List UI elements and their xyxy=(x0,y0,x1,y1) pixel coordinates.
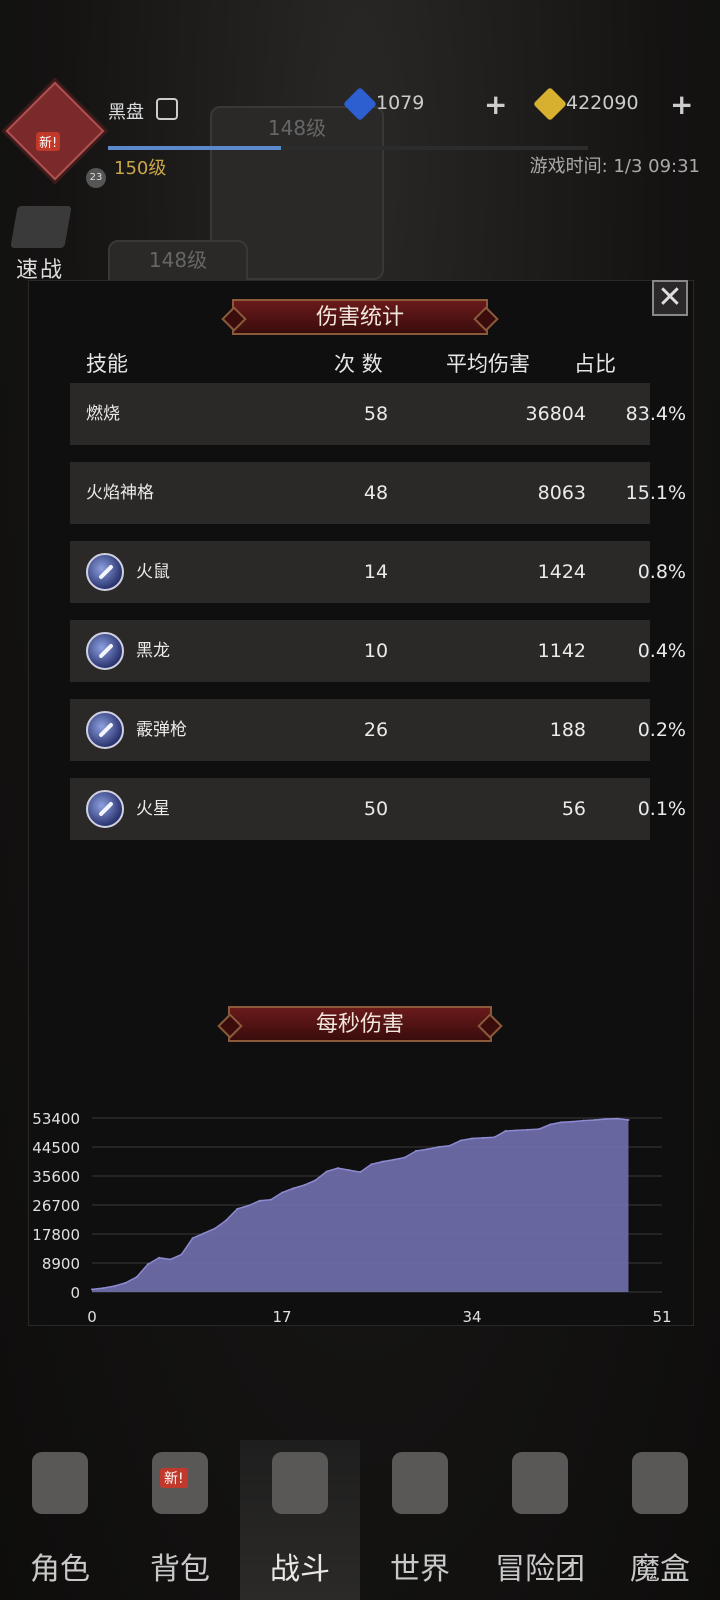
magic-box-icon xyxy=(632,1452,688,1514)
skill-percent: 0.2% xyxy=(637,719,686,741)
nav-label: 世界 xyxy=(390,1552,450,1587)
table-row: 黑龙 10 1142 0.4% xyxy=(70,620,686,682)
add-gems-icon[interactable]: + xyxy=(484,88,507,121)
nav-label: 背包 xyxy=(150,1552,210,1587)
col-count: 次 数 xyxy=(334,352,383,376)
quick-battle-icon[interactable] xyxy=(10,206,72,248)
skill-percent: 15.1% xyxy=(625,482,686,504)
bottom-nav: 角色 新! 背包 战斗 世界 冒险团 魔盒 xyxy=(0,1440,720,1600)
skill-name: 霰弹枪 xyxy=(136,720,187,740)
damage-stats-title: 伤害统计 xyxy=(232,299,488,335)
black-dragon-skill-icon xyxy=(86,632,124,670)
gem-count: 1079 xyxy=(376,92,425,114)
sword-shield-icon xyxy=(272,1452,328,1514)
xp-bar-fill xyxy=(108,146,281,150)
skill-name: 火焰神格 xyxy=(86,483,154,503)
table-row: 火焰神格 48 8063 15.1% xyxy=(70,462,686,524)
nav-label: 角色 xyxy=(30,1552,90,1587)
table-row: 火星 50 56 0.1% xyxy=(70,778,686,840)
col-percent: 占比 xyxy=(574,352,616,376)
skill-percent: 83.4% xyxy=(625,403,686,425)
xp-bar xyxy=(108,146,588,150)
nav-item-battle[interactable]: 战斗 xyxy=(240,1440,360,1600)
new-badge: 新! xyxy=(160,1468,188,1488)
gold-count: 422090 xyxy=(566,92,639,114)
new-badge: 新! xyxy=(36,132,61,151)
skill-count: 26 xyxy=(363,719,389,741)
col-skill: 技能 xyxy=(86,352,128,376)
nav-label: 战斗 xyxy=(270,1552,330,1587)
skill-count: 50 xyxy=(363,798,389,820)
nav-item-world[interactable]: 世界 xyxy=(360,1440,480,1600)
nav-item-adventure-team[interactable]: 冒险团 xyxy=(480,1440,600,1600)
add-gold-icon[interactable]: + xyxy=(670,88,693,121)
skill-percent: 0.1% xyxy=(637,798,686,820)
rank-badge: 23 xyxy=(86,168,106,188)
skill-name: 黑龙 xyxy=(136,641,170,661)
game-time: 游戏时间: 1/3 09:31 xyxy=(529,156,700,177)
edit-icon[interactable] xyxy=(156,98,178,120)
table-row: 燃烧 58 36804 83.4% xyxy=(70,383,686,445)
skill-percent: 0.8% xyxy=(637,561,686,583)
skill-count: 58 xyxy=(363,403,389,425)
skill-name: 火鼠 xyxy=(136,562,170,582)
helmet-icon xyxy=(32,1452,88,1514)
skill-count: 48 xyxy=(363,482,389,504)
fire-rat-skill-icon xyxy=(86,553,124,591)
table-row: 火鼠 14 1424 0.8% xyxy=(70,541,686,603)
spark-skill-icon xyxy=(86,790,124,828)
close-button[interactable]: ✕ xyxy=(652,280,688,316)
player-level: 150级 xyxy=(114,158,167,179)
nav-item-backpack[interactable]: 新! 背包 xyxy=(120,1440,240,1600)
castle-icon xyxy=(512,1452,568,1514)
shotgun-skill-icon xyxy=(86,711,124,749)
nav-item-magic-box[interactable]: 魔盒 xyxy=(600,1440,720,1600)
skill-name: 火星 xyxy=(136,799,170,819)
nav-label: 冒险团 xyxy=(495,1552,585,1587)
table-row: 霰弹枪 26 188 0.2% xyxy=(70,699,686,761)
ghost-level: 148级 xyxy=(148,248,208,272)
skill-percent: 0.4% xyxy=(637,640,686,662)
nav-item-character[interactable]: 角色 xyxy=(0,1440,120,1600)
skill-count: 14 xyxy=(363,561,389,583)
map-scroll-icon xyxy=(392,1452,448,1514)
player-name: 黑盘 xyxy=(108,102,144,123)
col-avg-damage: 平均伤害 xyxy=(446,352,530,376)
dps-title: 每秒伤害 xyxy=(228,1006,492,1042)
skill-name: 燃烧 xyxy=(86,404,120,424)
skill-count: 10 xyxy=(363,640,389,662)
nav-label: 魔盒 xyxy=(630,1552,690,1587)
